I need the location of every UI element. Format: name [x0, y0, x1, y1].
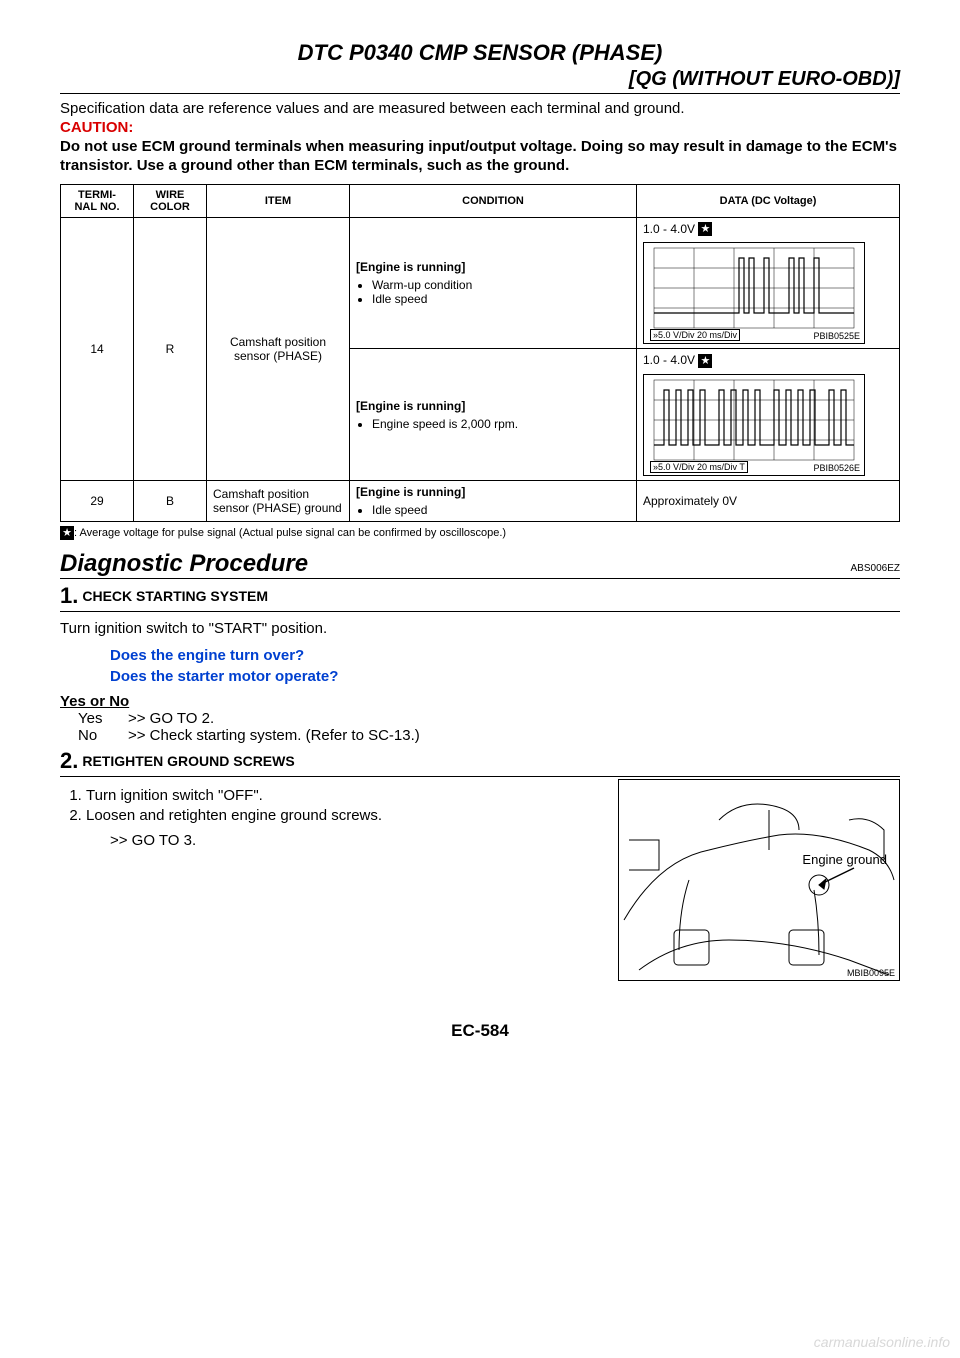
th-data: DATA (DC Voltage)	[637, 184, 900, 217]
scope-scale: »5.0 V/Div 20 ms/Div	[650, 329, 740, 341]
diagnostic-procedure-heading: Diagnostic Procedure ABS006EZ	[60, 550, 900, 579]
cond-head: [Engine is running]	[356, 399, 465, 413]
procedure-ref: ABS006EZ	[851, 563, 900, 574]
cell-condition: [Engine is running] Engine speed is 2,00…	[350, 349, 637, 481]
star-footnote: ★: Average voltage for pulse signal (Act…	[60, 526, 900, 540]
cell-item: Camshaft position sensor (PHASE) ground	[207, 481, 350, 522]
cond-bullet: Warm-up condition	[372, 278, 630, 292]
engine-ground-figure: Engine ground MBIB0095E	[618, 779, 900, 981]
th-wire: WIRE COLOR	[134, 184, 207, 217]
engine-ground-label: Engine ground	[802, 852, 887, 867]
yes-branch: Yes>> GO TO 2.	[78, 710, 900, 727]
caution-label: CAUTION:	[60, 119, 900, 136]
oscilloscope-figure: »5.0 V/Div 20 ms/Div T PBIB0526E	[643, 374, 865, 476]
data-voltage: 1.0 - 4.0V	[643, 222, 695, 236]
page-number: EC-584	[60, 1021, 900, 1041]
star-icon: ★	[698, 354, 712, 368]
scope-scale: »5.0 V/Div 20 ms/Div T	[650, 461, 748, 473]
oscilloscope-figure: »5.0 V/Div 20 ms/Div PBIB0525E	[643, 242, 865, 344]
caution-body: Do not use ECM ground terminals when mea…	[60, 138, 900, 176]
cond-bullet: Idle speed	[372, 292, 630, 306]
step-2-heading: 2.RETIGHTEN GROUND SCREWS	[60, 748, 900, 777]
cell-data: Approximately 0V	[637, 481, 900, 522]
table-row: 29 B Camshaft position sensor (PHASE) gr…	[61, 481, 900, 522]
list-item: Turn ignition switch "OFF".	[86, 787, 598, 804]
th-terminal: TERMI- NAL NO.	[61, 184, 134, 217]
table-row: 14 R Camshaft position sensor (PHASE) [E…	[61, 217, 900, 349]
cell-wire: R	[134, 217, 207, 481]
star-icon: ★	[698, 222, 712, 236]
step-1-question-2: Does the starter motor operate?	[110, 666, 900, 687]
cell-terminal: 29	[61, 481, 134, 522]
cell-terminal: 14	[61, 217, 134, 481]
cond-head: [Engine is running]	[356, 260, 465, 274]
step-2-list: Turn ignition switch "OFF". Loosen and r…	[60, 787, 598, 824]
spec-note: Specification data are reference values …	[60, 100, 900, 117]
cell-data: 1.0 - 4.0V ★	[637, 217, 900, 349]
cell-wire: B	[134, 481, 207, 522]
cond-head: [Engine is running]	[356, 485, 465, 499]
step-1-body: Turn ignition switch to "START" position…	[60, 620, 900, 637]
th-item: ITEM	[207, 184, 350, 217]
watermark: carmanualsonline.info	[814, 1334, 950, 1350]
scope-ref: PBIB0526E	[813, 463, 860, 473]
cond-bullet: Engine speed is 2,000 rpm.	[372, 417, 630, 431]
figure-ref: MBIB0095E	[847, 968, 895, 978]
list-item: Loosen and retighten engine ground screw…	[86, 807, 598, 824]
cell-condition: [Engine is running] Warm-up condition Id…	[350, 217, 637, 349]
star-icon: ★	[60, 526, 74, 540]
cell-condition: [Engine is running] Idle speed	[350, 481, 637, 522]
step-1-question-1: Does the engine turn over?	[110, 645, 900, 666]
data-voltage: 1.0 - 4.0V	[643, 353, 695, 367]
yes-or-no-heading: Yes or No	[60, 693, 900, 710]
page-title: DTC P0340 CMP SENSOR (PHASE)	[60, 40, 900, 66]
spec-table: TERMI- NAL NO. WIRE COLOR ITEM CONDITION…	[60, 184, 900, 523]
cond-bullet: Idle speed	[372, 503, 630, 517]
goto-3: >> GO TO 3.	[110, 832, 598, 849]
cell-data: 1.0 - 4.0V ★	[637, 349, 900, 481]
th-condition: CONDITION	[350, 184, 637, 217]
cell-item: Camshaft position sensor (PHASE)	[207, 217, 350, 481]
no-branch: No>> Check starting system. (Refer to SC…	[78, 727, 900, 744]
scope-ref: PBIB0525E	[813, 331, 860, 341]
page-subtitle: [QG (WITHOUT EURO-OBD)]	[60, 68, 900, 94]
step-1-heading: 1.CHECK STARTING SYSTEM	[60, 583, 900, 612]
